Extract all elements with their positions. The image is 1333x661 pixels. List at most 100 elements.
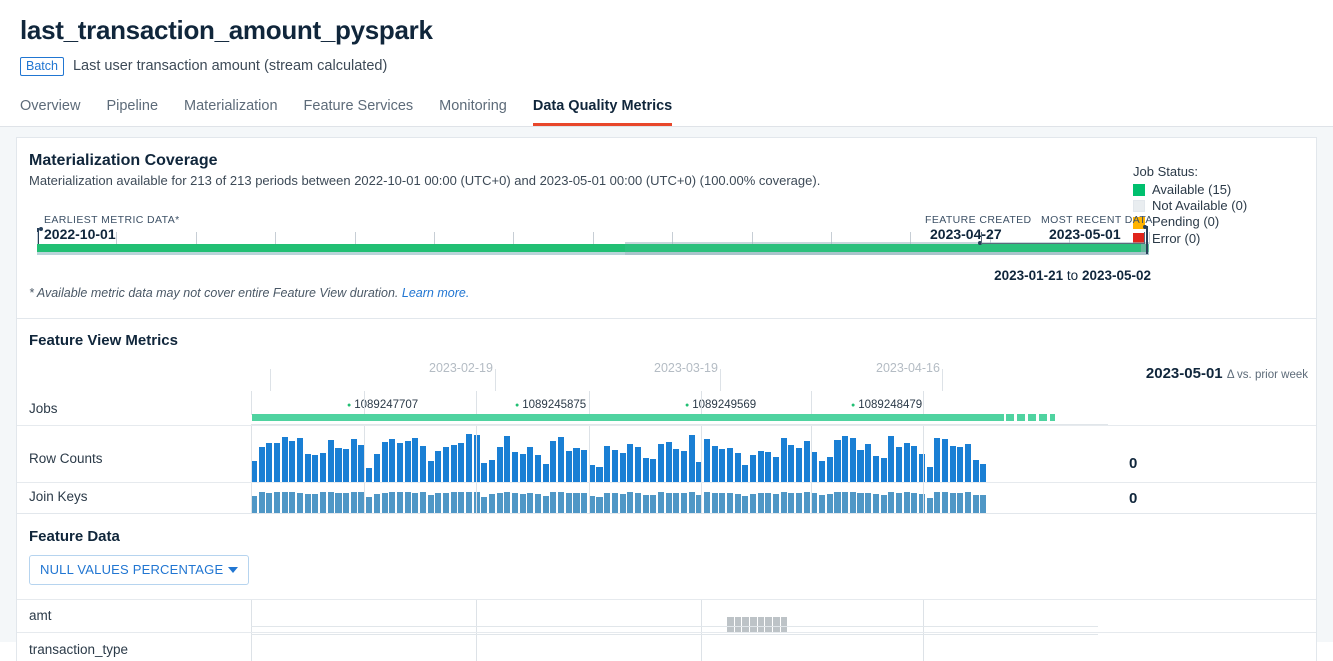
row-counts-bar[interactable]	[343, 448, 350, 482]
row-counts-bar[interactable]	[266, 442, 273, 482]
row-counts-bar[interactable]	[627, 443, 634, 482]
join-keys-bar[interactable]	[596, 496, 603, 513]
tab-bar[interactable]: Overview Pipeline Materialization Feature S…	[20, 92, 1313, 126]
row-counts-bar[interactable]	[711, 445, 718, 482]
join-keys-bar[interactable]	[834, 492, 841, 513]
join-keys-bar[interactable]	[773, 494, 780, 513]
join-keys-bar[interactable]	[343, 493, 350, 513]
join-keys-bar[interactable]	[258, 491, 265, 513]
join-keys-bar[interactable]	[573, 492, 580, 513]
row-counts-bar[interactable]	[458, 442, 465, 482]
row-counts-bar[interactable]	[857, 449, 864, 482]
row-counts-bar[interactable]	[573, 447, 580, 482]
row-counts-bar[interactable]	[558, 436, 565, 482]
row-counts-bar[interactable]	[819, 460, 826, 482]
tab-materialization[interactable]: Materialization	[184, 99, 278, 126]
row-counts-bar[interactable]	[450, 444, 457, 482]
row-counts-bar[interactable]	[803, 440, 810, 482]
join-keys-bar[interactable]	[381, 492, 388, 513]
row-counts-bar[interactable]	[788, 444, 795, 482]
row-counts-bar[interactable]	[926, 466, 933, 482]
join-keys-bar[interactable]	[297, 492, 304, 513]
job-id-tag[interactable]: ● 1089245875	[515, 399, 586, 411]
join-keys-bar[interactable]	[934, 491, 941, 513]
join-keys-bar[interactable]	[895, 492, 902, 513]
join-keys-bar[interactable]	[535, 493, 542, 513]
join-keys-bar[interactable]	[941, 492, 948, 513]
tab-overview[interactable]: Overview	[20, 99, 80, 126]
job-id-tag[interactable]: ● 1089247707	[347, 399, 418, 411]
join-keys-bar[interactable]	[496, 492, 503, 513]
join-keys-bar[interactable]	[842, 491, 849, 513]
amt-bar[interactable]	[726, 616, 734, 632]
join-keys-bar[interactable]	[512, 493, 519, 513]
job-id-tag[interactable]: ● 1089249569	[685, 399, 756, 411]
amt-bar[interactable]	[757, 616, 765, 632]
join-keys-bar[interactable]	[458, 491, 465, 513]
row-counts-bar[interactable]	[811, 451, 818, 482]
join-keys-bar[interactable]	[281, 492, 288, 513]
row-counts-bar[interactable]	[865, 443, 872, 482]
join-keys-bar[interactable]	[304, 493, 311, 513]
join-keys-bar[interactable]	[634, 492, 641, 513]
row-counts-bar[interactable]	[834, 439, 841, 482]
join-keys-bar[interactable]	[488, 494, 496, 513]
row-counts-bar[interactable]	[327, 439, 334, 482]
row-counts-bar[interactable]	[634, 446, 641, 482]
row-counts-bar[interactable]	[527, 446, 534, 482]
row-counts-bar[interactable]	[734, 452, 741, 482]
join-keys-bar[interactable]	[949, 492, 956, 513]
row-counts-bar[interactable]	[611, 449, 618, 482]
join-keys-bar[interactable]	[274, 491, 281, 513]
join-keys-bar[interactable]	[442, 492, 449, 513]
row-counts-bar[interactable]	[596, 466, 603, 482]
row-counts-bar[interactable]	[750, 454, 757, 482]
row-counts-bar[interactable]	[519, 453, 526, 482]
join-keys-bar[interactable]	[550, 492, 557, 513]
row-counts-bar[interactable]	[304, 453, 311, 482]
join-keys-bar[interactable]	[903, 492, 910, 513]
join-keys-bar[interactable]	[657, 492, 664, 513]
join-keys-bar[interactable]	[312, 494, 319, 513]
row-counts-bar[interactable]	[465, 433, 473, 482]
row-counts-bar[interactable]	[496, 446, 503, 482]
row-counts-bar[interactable]	[780, 437, 787, 482]
amt-bar[interactable]	[780, 616, 788, 632]
job-id-tag[interactable]: ● 1089248479	[851, 399, 922, 411]
join-keys-bar[interactable]	[320, 492, 327, 513]
row-counts-bar[interactable]	[481, 462, 488, 482]
row-counts-bar[interactable]	[396, 442, 403, 482]
row-counts-bar[interactable]	[918, 453, 925, 482]
row-counts-bar[interactable]	[880, 457, 887, 482]
row-counts-bar[interactable]	[350, 438, 357, 482]
join-keys-bar[interactable]	[911, 492, 918, 513]
join-keys-bar[interactable]	[811, 493, 818, 513]
row-counts-bar[interactable]	[757, 450, 764, 482]
join-keys-bar[interactable]	[604, 492, 611, 513]
join-keys-bar[interactable]	[419, 492, 426, 513]
row-counts-bar[interactable]	[404, 440, 411, 482]
row-counts-bar[interactable]	[773, 456, 780, 482]
join-keys-bar[interactable]	[266, 492, 273, 513]
join-keys-bar[interactable]	[542, 495, 549, 513]
join-keys-bar[interactable]	[750, 493, 757, 513]
join-keys-bar[interactable]	[780, 491, 787, 513]
row-counts-bar[interactable]	[842, 435, 849, 482]
join-keys-bar[interactable]	[665, 492, 672, 513]
row-counts-bar[interactable]	[581, 449, 588, 482]
join-keys-bar[interactable]	[719, 493, 726, 513]
row-counts-bar[interactable]	[688, 434, 695, 482]
join-keys-bar[interactable]	[865, 492, 872, 513]
row-counts-bar[interactable]	[381, 441, 388, 482]
tab-feature-services[interactable]: Feature Services	[304, 99, 414, 126]
join-keys-bar[interactable]	[788, 492, 795, 513]
join-keys-bar[interactable]	[565, 493, 572, 513]
row-counts-bar[interactable]	[366, 467, 373, 482]
row-counts-bar[interactable]	[972, 459, 979, 482]
row-counts-bar[interactable]	[665, 441, 672, 482]
join-keys-chart[interactable]	[251, 482, 1121, 514]
join-keys-bar[interactable]	[688, 491, 695, 513]
row-counts-bar[interactable]	[565, 450, 572, 482]
row-counts-bar[interactable]	[934, 437, 941, 482]
join-keys-bar[interactable]	[404, 491, 411, 513]
